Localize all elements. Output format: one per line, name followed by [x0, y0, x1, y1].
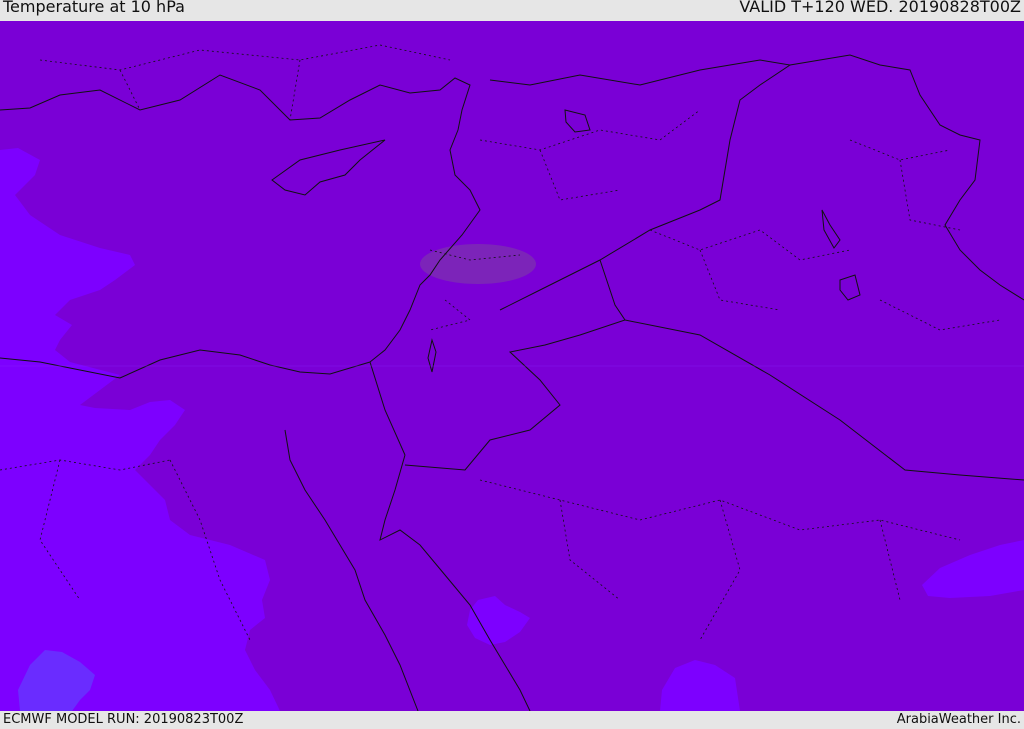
- footer-bar: ECMWF MODEL RUN: 20190823T00Z ArabiaWeat…: [0, 711, 1024, 729]
- weather-map: [0, 21, 1024, 711]
- map-title: Temperature at 10 hPa: [3, 0, 185, 16]
- valid-time: VALID T+120 WED. 20190828T00Z: [739, 0, 1021, 16]
- model-run-label: ECMWF MODEL RUN: 20190823T00Z: [3, 712, 244, 727]
- credit-label: ArabiaWeather Inc.: [896, 712, 1021, 727]
- header-bar: Temperature at 10 hPa VALID T+120 WED. 2…: [0, 0, 1024, 21]
